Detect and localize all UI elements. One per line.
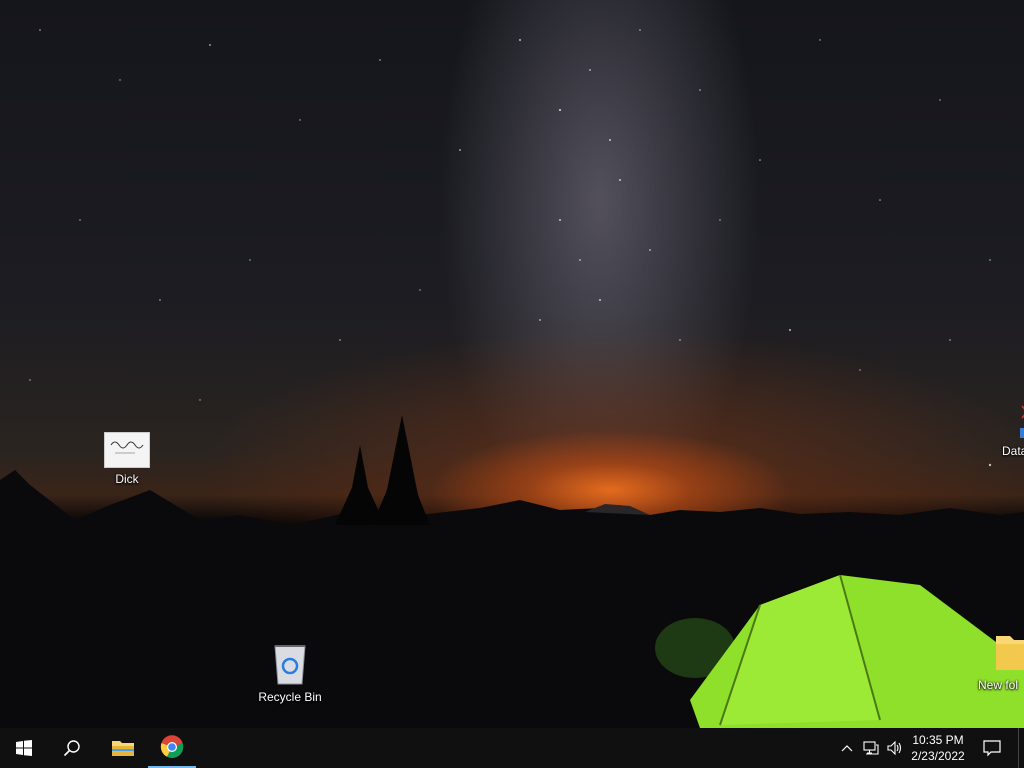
clock-date: 2/23/2022	[911, 749, 965, 763]
desktop-background[interactable]: Dick Recycle Bin Data New fol	[0, 0, 1024, 728]
taskbar: 10:35 PM 2/23/2022	[0, 728, 1024, 768]
action-center-button[interactable]	[972, 728, 1012, 768]
taskbar-chrome[interactable]	[148, 728, 196, 768]
desktop-icon-label: Dick	[115, 472, 139, 486]
show-desktop-button[interactable]	[1018, 728, 1024, 768]
taskbar-clock[interactable]: 10:35 PM 2/23/2022	[904, 732, 972, 764]
start-button[interactable]	[0, 728, 48, 768]
chrome-icon	[160, 735, 184, 758]
desktop-icon-label: Data	[1002, 444, 1024, 458]
folder-icon	[112, 741, 134, 756]
shortcut-icon	[1016, 404, 1024, 440]
chevron-up-icon	[841, 745, 853, 752]
volume-icon	[887, 741, 902, 755]
clock-time: 10:35 PM	[912, 733, 964, 747]
action-center-icon	[983, 740, 1001, 757]
network-tray[interactable]	[860, 728, 882, 768]
search-icon	[63, 740, 80, 757]
taskbar-file-explorer[interactable]	[99, 728, 147, 768]
desktop-icon-label: New fol	[978, 678, 1019, 692]
desktop-icon-data[interactable]: Data	[976, 404, 1024, 458]
folder-icon	[996, 630, 1024, 674]
desktop-icon-dick[interactable]: Dick	[82, 432, 172, 486]
recycle-bin-icon	[270, 642, 310, 686]
windows-start-icon	[16, 740, 32, 756]
network-icon	[863, 741, 879, 755]
desktop-icon-label: Recycle Bin	[258, 690, 322, 704]
volume-tray[interactable]	[884, 728, 906, 768]
desktop-icon-recycle-bin[interactable]: Recycle Bin	[245, 642, 335, 704]
search-button[interactable]	[48, 728, 96, 768]
image-file-icon	[104, 432, 150, 468]
show-hidden-icons[interactable]	[836, 728, 858, 768]
desktop-icon-new-folder[interactable]: New fol	[978, 630, 1024, 692]
